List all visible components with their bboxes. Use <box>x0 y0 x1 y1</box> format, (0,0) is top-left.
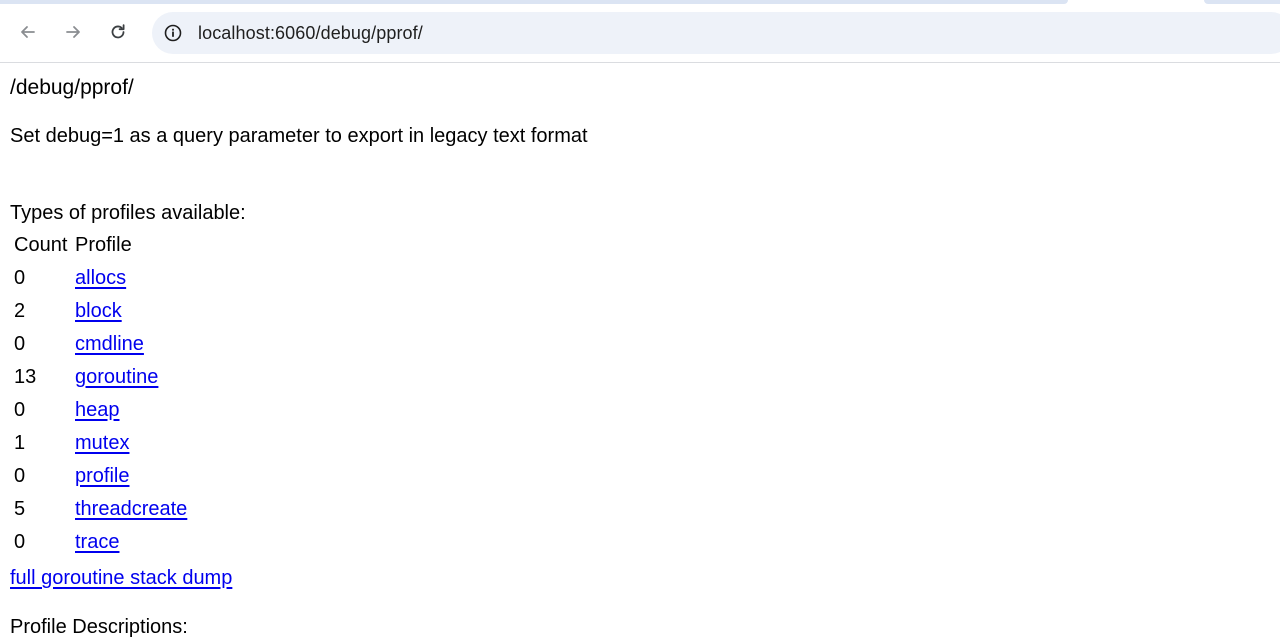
profile-count: 0 <box>14 530 26 553</box>
count-column-header: Count <box>14 234 68 256</box>
profile-count: 1 <box>14 431 26 454</box>
table-row: 13 goroutine <box>14 360 187 393</box>
tab-strip-edge <box>0 0 1068 4</box>
profile-count: 2 <box>14 299 26 322</box>
table-row: 0 cmdline <box>14 327 187 360</box>
browser-toolbar: localhost:6060/debug/pprof/ <box>0 0 1280 63</box>
profile-link-goroutine[interactable]: goroutine <box>75 366 158 388</box>
profile-count: 0 <box>14 464 26 487</box>
profile-link-allocs[interactable]: allocs <box>75 267 126 289</box>
page-content: /debug/pprof/ Set debug=1 as a query par… <box>0 63 1280 640</box>
arrow-right-icon <box>66 26 80 38</box>
profile-link-mutex[interactable]: mutex <box>75 432 129 454</box>
profile-column-header: Profile <box>75 234 132 256</box>
table-row: 0 trace <box>14 525 187 558</box>
profile-types-label: Types of profiles available: <box>10 202 246 224</box>
profile-descriptions-label: Profile Descriptions: <box>10 616 188 638</box>
profiles-table: Count Profile 0 allocs 2 block 0 cmdline… <box>12 231 189 558</box>
full-goroutine-dump-link[interactable]: full goroutine stack dump <box>10 567 232 589</box>
table-row: 0 heap <box>14 393 187 426</box>
reload-icon <box>111 24 125 39</box>
forward-button[interactable] <box>58 17 88 47</box>
profile-link-cmdline[interactable]: cmdline <box>75 333 144 355</box>
profile-link-heap[interactable]: heap <box>75 399 120 421</box>
profile-count: 0 <box>14 398 26 421</box>
table-row: 5 threadcreate <box>14 492 187 525</box>
table-row: 2 block <box>14 294 187 327</box>
address-bar[interactable]: localhost:6060/debug/pprof/ <box>152 12 1280 54</box>
legacy-format-note: Set debug=1 as a query parameter to expo… <box>10 125 588 147</box>
site-info-button[interactable] <box>160 20 186 46</box>
url-text[interactable]: localhost:6060/debug/pprof/ <box>198 23 423 44</box>
arrow-left-icon <box>21 26 35 38</box>
table-row: 1 mutex <box>14 426 187 459</box>
profile-count: 5 <box>14 497 26 520</box>
back-button[interactable] <box>13 17 43 47</box>
table-row: 0 allocs <box>14 261 187 294</box>
page-title: /debug/pprof/ <box>10 76 134 99</box>
profile-count: 13 <box>14 365 37 388</box>
profile-link-profile[interactable]: profile <box>75 465 129 487</box>
table-header-row: Count Profile <box>14 231 187 261</box>
table-row: 0 profile <box>14 459 187 492</box>
profile-count: 0 <box>14 332 26 355</box>
profile-count: 0 <box>14 266 26 289</box>
profile-link-trace[interactable]: trace <box>75 531 119 553</box>
profile-link-threadcreate[interactable]: threadcreate <box>75 498 187 520</box>
profile-link-block[interactable]: block <box>75 300 122 322</box>
tab-strip-edge-right <box>1204 0 1280 4</box>
reload-button[interactable] <box>103 17 133 47</box>
info-circle-icon <box>164 24 182 42</box>
